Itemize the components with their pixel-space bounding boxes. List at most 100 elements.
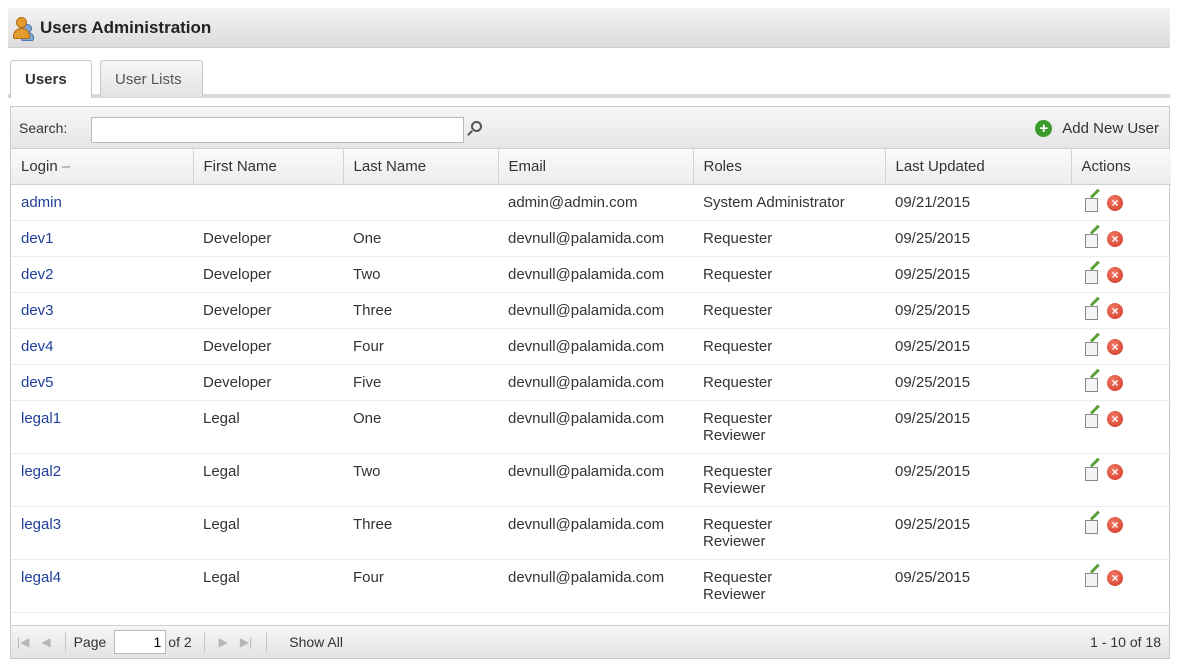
role-label: Reviewer [703,426,766,444]
column-header-email[interactable]: Email [498,149,694,185]
show-all-link[interactable]: Show All [289,634,343,650]
role-label: Requester [703,409,773,427]
edit-icon[interactable] [1084,339,1100,356]
cell-login: dev4 [11,328,193,365]
page-title: Users Administration [40,17,212,37]
cell-actions: × [1071,559,1171,613]
search-input[interactable] [91,117,464,143]
delete-icon[interactable]: × [1107,194,1123,211]
column-header-login[interactable]: Login – [11,149,194,185]
login-link[interactable]: legal3 [21,516,61,533]
cell-last-name: Four [343,559,498,613]
cell-actions: × [1071,506,1171,560]
next-page-icon[interactable]: ▶ [219,635,228,649]
add-new-user-button[interactable]: + Add New User [1035,115,1159,141]
cell-actions: × [1071,400,1171,454]
search-button[interactable] [464,115,486,141]
page-count-label: of 2 [168,634,192,650]
cell-last-name: Two [343,453,498,507]
delete-icon[interactable]: × [1107,338,1123,355]
cell-login: dev5 [11,364,193,401]
title-bar: Users Administration [8,8,1170,48]
table-row: dev5 Developer Five devnull@palamida.com Req… [11,364,1171,401]
delete-icon[interactable]: × [1107,516,1123,533]
page-number-input[interactable] [114,630,167,654]
cell-last-updated: 09/25/2015 [885,220,1071,257]
cell-roles: Requester Reviewer [693,559,885,613]
role-label: Reviewer [703,479,766,497]
cell-last-name: Three [343,292,498,329]
login-link[interactable]: dev2 [21,266,54,283]
login-link[interactable]: dev5 [21,374,54,391]
login-link[interactable]: admin [21,194,62,211]
first-page-icon[interactable]: |◀ [17,635,29,649]
record-range-label: 1 - 10 of 18 [1090,634,1161,650]
edit-icon[interactable] [1084,303,1100,320]
edit-icon[interactable] [1084,195,1100,212]
edit-icon[interactable] [1084,411,1100,428]
login-link[interactable]: legal4 [21,569,61,586]
column-header-first-name[interactable]: First Name [193,149,344,185]
cell-login: legal3 [11,506,193,560]
page-label: Page [73,634,107,650]
table-row: dev4 Developer Four devnull@palamida.com Req… [11,328,1171,365]
cell-roles: Requester [693,256,885,293]
role-label: Requester [703,229,773,247]
pagination-bar: |◀ ◀ Page of 2 ▶ ▶| Show All 1 - 10 of 1… [11,625,1169,658]
cell-last-updated: 09/25/2015 [885,400,1071,454]
tab-bar: Users User Lists [8,58,1170,98]
login-link[interactable]: legal2 [21,463,61,480]
login-link[interactable]: legal1 [21,410,61,427]
column-header-actions: Actions [1071,149,1171,185]
delete-icon[interactable]: × [1107,374,1123,391]
edit-icon[interactable] [1084,570,1100,587]
cell-email: devnull@palamida.com [498,292,693,329]
cell-last-updated: 09/25/2015 [885,559,1071,613]
edit-icon[interactable] [1084,231,1100,248]
cell-first-name: Developer [193,220,343,257]
edit-icon[interactable] [1084,517,1100,534]
cell-last-name: Four [343,328,498,365]
cell-last-name: One [343,400,498,454]
tab-user-lists[interactable]: User Lists [100,60,203,97]
delete-icon[interactable]: × [1107,266,1123,283]
magnifier-icon [470,121,482,132]
edit-icon[interactable] [1084,375,1100,392]
cell-login: dev3 [11,292,193,329]
plus-circle-icon: + [1035,119,1053,137]
role-label: System Administrator [703,193,845,211]
edit-icon[interactable] [1084,267,1100,284]
login-link[interactable]: dev1 [21,230,54,247]
delete-icon[interactable]: × [1107,230,1123,247]
delete-icon[interactable]: × [1107,463,1123,480]
cell-last-name: Two [343,256,498,293]
delete-icon[interactable]: × [1107,569,1123,586]
grid-toolbar: Search: + Add New User [11,107,1169,149]
login-link[interactable]: dev4 [21,338,54,355]
column-header-roles[interactable]: Roles [693,149,886,185]
table-row: admin admin@admin.com System Administrator… [11,184,1171,221]
tab-users[interactable]: Users [10,60,92,98]
cell-last-name: One [343,220,498,257]
prev-page-icon[interactable]: ◀ [41,635,50,649]
role-label: Requester [703,301,773,319]
cell-last-updated: 09/25/2015 [885,364,1071,401]
cell-last-name: Three [343,506,498,560]
cell-last-updated: 09/25/2015 [885,292,1071,329]
cell-last-updated: 09/25/2015 [885,256,1071,293]
column-header-last-updated[interactable]: Last Updated [885,149,1072,185]
cell-first-name: Developer [193,364,343,401]
cell-first-name: Developer [193,292,343,329]
column-header-last-name[interactable]: Last Name [343,149,499,185]
delete-icon[interactable]: × [1107,302,1123,319]
cell-actions: × [1071,364,1171,401]
delete-icon[interactable]: × [1107,410,1123,427]
role-label: Requester [703,373,773,391]
users-grid: Search: + Add New User Login – First Nam… [10,106,1171,659]
last-page-icon[interactable]: ▶| [240,635,252,649]
cell-actions: × [1071,328,1171,365]
edit-icon[interactable] [1084,464,1100,481]
users-table: Login – First Name Last Name Email Roles… [11,149,1171,613]
cell-email: admin@admin.com [498,184,693,221]
login-link[interactable]: dev3 [21,302,54,319]
